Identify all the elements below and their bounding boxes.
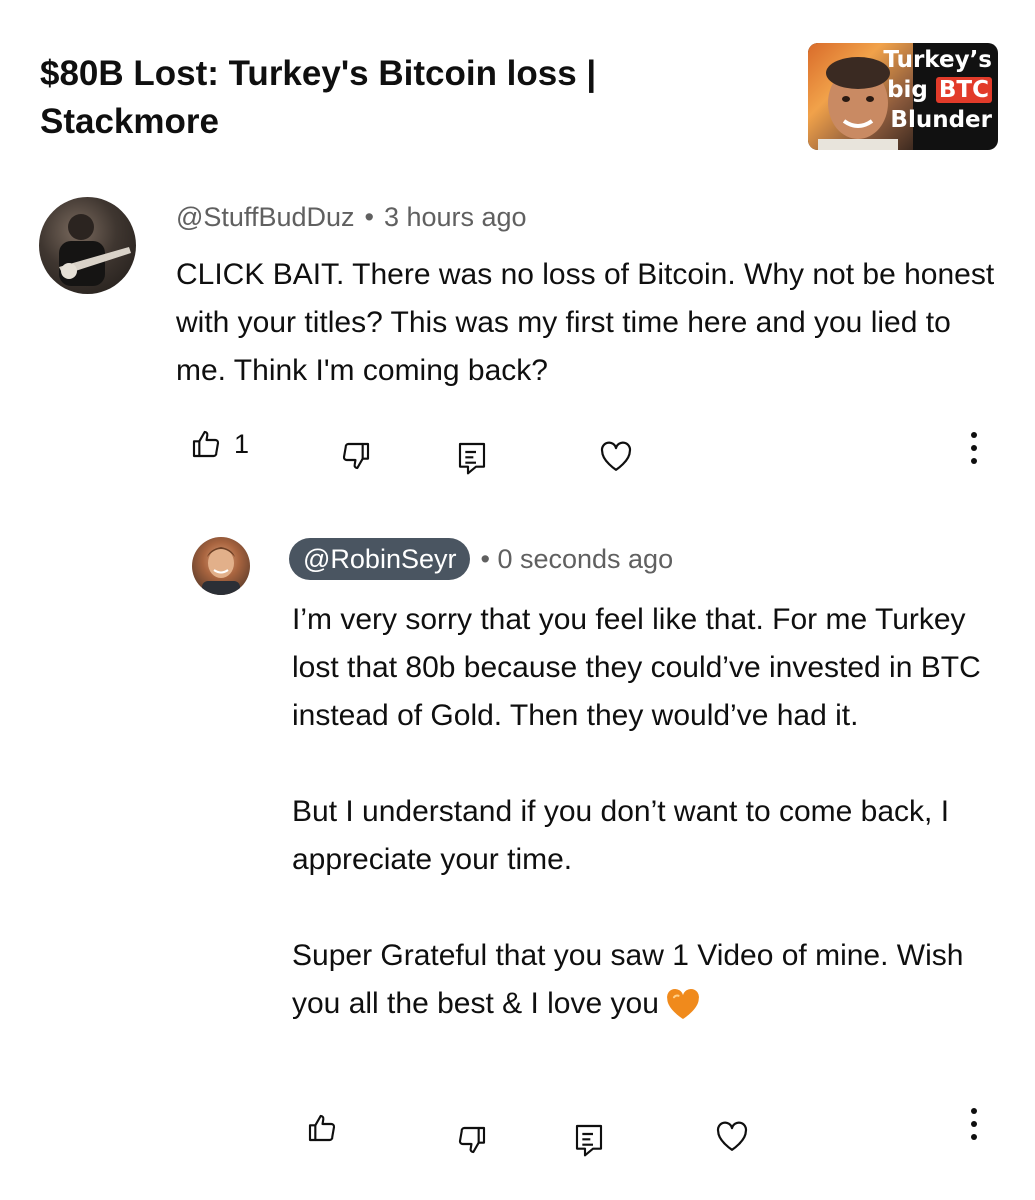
orange-heart-emoji-icon [666,988,699,1019]
reply-icon [458,442,486,475]
thumbnail-caption: Turkey’s big BTC Blunder [883,45,992,135]
reply-button[interactable] [573,1122,605,1158]
thumbnail-btc-highlight: BTC [935,77,992,103]
more-vertical-icon [971,1108,977,1140]
channel-owner-badge[interactable]: @RobinSeyr [289,538,471,580]
comment-more-button[interactable] [962,430,986,466]
like-button[interactable] [306,1112,338,1144]
thumbs-down-icon [342,442,370,470]
thumbnail-line-1: Turkey’s [883,47,992,73]
thumbs-down-icon [458,1126,486,1154]
dislike-button[interactable] [456,1124,488,1156]
more-vertical-icon [971,432,977,464]
heart-icon [716,1121,748,1151]
heart-icon [600,441,632,471]
thumbs-up-icon [308,1114,336,1142]
thumbnail-line-2: big BTC [883,75,992,105]
heart-button[interactable] [714,1120,750,1152]
thumbnail-line-2-prefix: big [887,77,928,103]
comment-timestamp: 3 hours ago [383,202,527,232]
reply-author-avatar[interactable] [192,537,250,595]
reply-paragraph-2: But I understand if you don’t want to co… [292,795,950,876]
reply-actions [0,1108,1035,1157]
reply-button[interactable] [456,440,488,476]
meta-separator: • [364,202,374,232]
reply-paragraph-1: I’m very sorry that you feel like that. … [292,603,981,732]
thumbs-up-icon [192,430,220,458]
reply-text: I’m very sorry that you feel like that. … [292,596,1012,1028]
heart-button[interactable] [598,440,634,472]
video-title[interactable]: $80B Lost: Turkey's Bitcoin loss | Stack… [40,50,740,146]
dislike-button[interactable] [340,440,372,472]
comment-author[interactable]: @StuffBudDuz [176,202,355,232]
comment-thread-page: $80B Lost: Turkey's Bitcoin loss | Stack… [0,0,1035,1200]
like-button[interactable]: 1 [190,428,249,460]
reply-meta-rest: • 0 seconds ago [480,544,673,575]
reply-meta: @RobinSeyr • 0 seconds ago [289,538,673,580]
reply-paragraph-3: Super Grateful that you saw 1 Video of m… [292,932,1012,1028]
reply-paragraph-3-text: Super Grateful that you saw 1 Video of m… [292,939,964,1020]
reply-more-button[interactable] [962,1106,986,1142]
like-count: 1 [234,428,250,459]
commenter-avatar[interactable] [39,197,136,294]
comment-text: CLICK BAIT. There was no loss of Bitcoin… [176,258,995,387]
thumbnail-line-3: Blunder [890,107,992,133]
reply-timestamp: 0 seconds ago [497,543,674,574]
comment-actions: 1 [0,428,1035,475]
comment-meta: @StuffBudDuz • 3 hours ago [176,200,527,234]
reply-icon [575,1124,603,1157]
video-thumbnail[interactable]: Turkey’s big BTC Blunder [808,43,998,150]
meta-separator: • [480,543,490,574]
